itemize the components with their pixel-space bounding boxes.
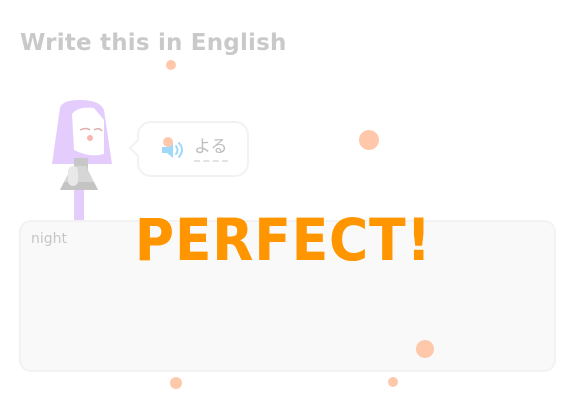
character-avatar	[50, 100, 120, 220]
confetti-dot	[388, 377, 398, 387]
exercise-page: Write this in English よる night PERFECT!	[0, 0, 566, 419]
speech-bubble	[137, 121, 249, 177]
confetti-dot	[163, 137, 173, 147]
confetti-dot	[416, 340, 434, 358]
confetti-dot	[166, 60, 176, 70]
prompt-title: Write this in English	[20, 30, 287, 56]
confetti-dot	[359, 130, 379, 150]
confetti-dot	[170, 377, 182, 389]
prompt-word[interactable]: よる	[194, 136, 228, 162]
feedback-message: PERFECT!	[134, 206, 432, 274]
